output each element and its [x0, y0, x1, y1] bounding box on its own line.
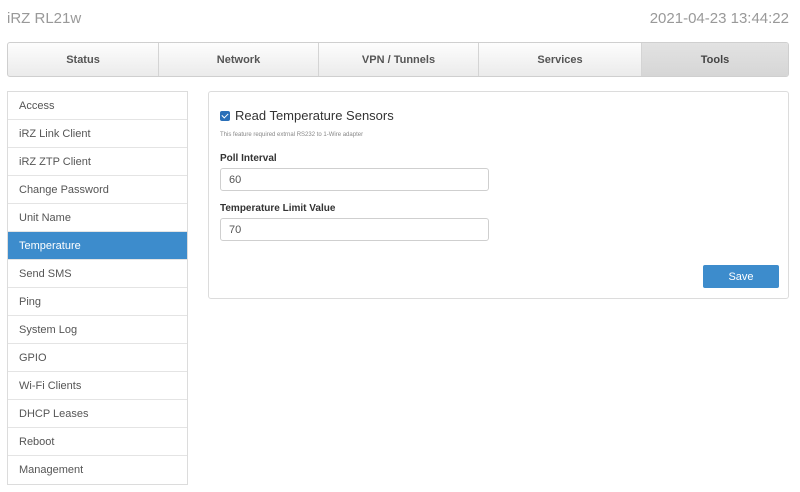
main-tabs: Status Network VPN / Tunnels Services To…: [7, 42, 789, 77]
sidebar-item-management[interactable]: Management: [8, 456, 187, 484]
sidebar-item-send-sms[interactable]: Send SMS: [8, 260, 187, 288]
sidebar-item-change-password[interactable]: Change Password: [8, 176, 187, 204]
sidebar-item-wifi-clients[interactable]: Wi-Fi Clients: [8, 372, 187, 400]
tab-tools[interactable]: Tools: [642, 43, 788, 76]
sidebar-item-access[interactable]: Access: [8, 92, 187, 120]
sidebar-item-dhcp-leases[interactable]: DHCP Leases: [8, 400, 187, 428]
datetime: 2021-04-23 13:44:22: [649, 10, 789, 27]
read-sensors-checkbox[interactable]: [220, 110, 230, 121]
temperature-panel: Read Temperature Sensors This feature re…: [208, 91, 789, 299]
read-sensors-row: Read Temperature Sensors: [220, 108, 394, 123]
sidebar-item-temperature[interactable]: Temperature: [8, 232, 187, 260]
brand-title: iRZ RL21w: [7, 10, 82, 27]
sidebar-item-system-log[interactable]: System Log: [8, 316, 187, 344]
header: iRZ RL21w 2021-04-23 13:44:22: [0, 0, 800, 36]
temp-limit-label: Temperature Limit Value: [220, 203, 336, 214]
sidebar-item-gpio[interactable]: GPIO: [8, 344, 187, 372]
sidebar-item-irz-link-client[interactable]: iRZ Link Client: [8, 120, 187, 148]
sidebar-item-unit-name[interactable]: Unit Name: [8, 204, 187, 232]
sidebar-item-ping[interactable]: Ping: [8, 288, 187, 316]
sidebar-item-reboot[interactable]: Reboot: [8, 428, 187, 456]
tab-vpn-tunnels[interactable]: VPN / Tunnels: [319, 43, 479, 76]
sidebar-item-irz-ztp-client[interactable]: iRZ ZTP Client: [8, 148, 187, 176]
temp-limit-input[interactable]: 70: [220, 218, 489, 241]
poll-interval-label: Poll Interval: [220, 153, 277, 164]
tab-status[interactable]: Status: [8, 43, 159, 76]
adapter-note: This feature required extrnal RS232 to 1…: [220, 132, 364, 138]
tab-network[interactable]: Network: [159, 43, 319, 76]
save-button[interactable]: Save: [703, 265, 779, 288]
poll-interval-input[interactable]: 60: [220, 168, 489, 191]
read-sensors-label: Read Temperature Sensors: [235, 108, 394, 123]
tab-services[interactable]: Services: [479, 43, 642, 76]
sidebar: Access iRZ Link Client iRZ ZTP Client Ch…: [7, 91, 188, 485]
